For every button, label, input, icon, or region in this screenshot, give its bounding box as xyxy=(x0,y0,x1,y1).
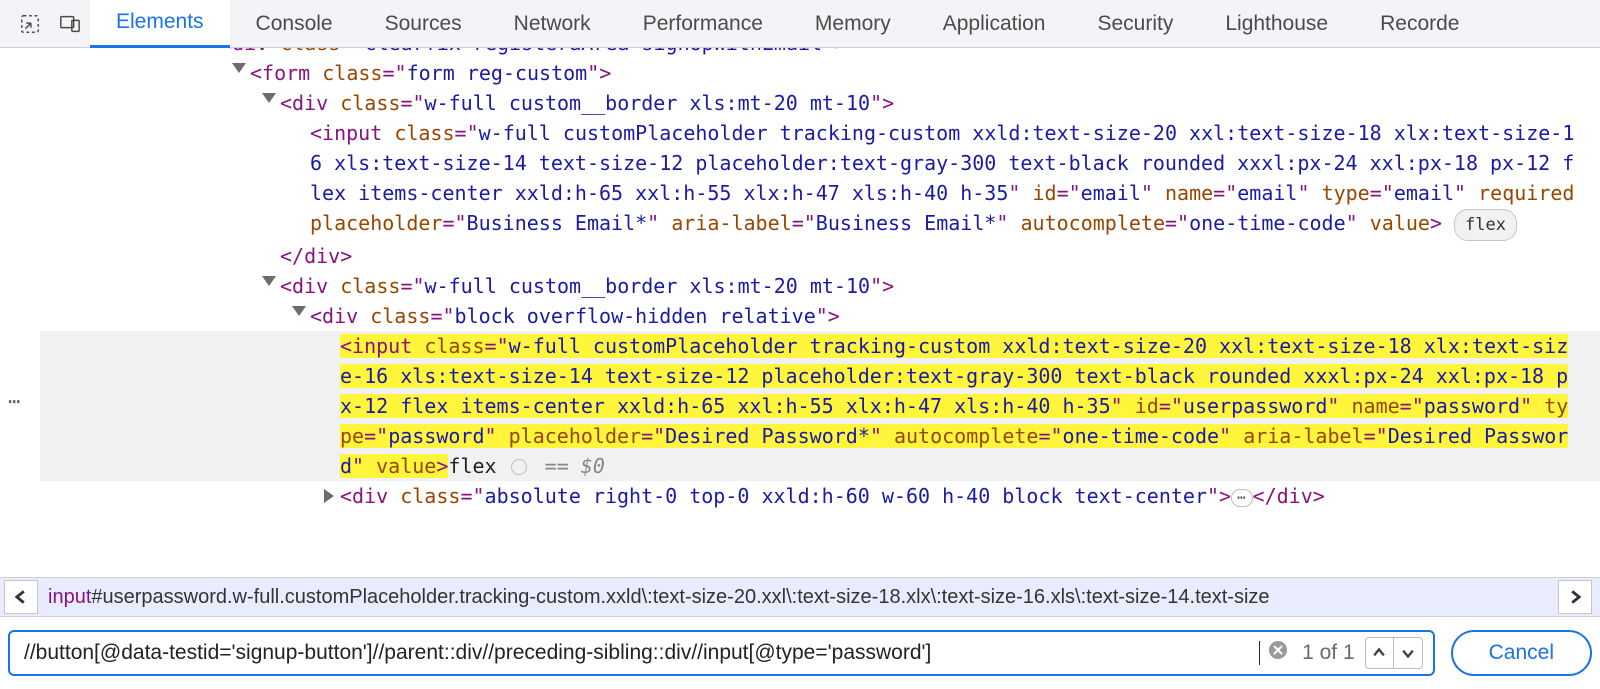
dom-tree[interactable]: <div class="clearfix registeraArea signU… xyxy=(40,48,1600,577)
tab-elements[interactable]: Elements xyxy=(90,0,230,48)
flex-badge[interactable]: flex xyxy=(1454,209,1517,241)
search-query[interactable]: //button[@data-testid='signup-button']//… xyxy=(24,641,1260,665)
breadcrumb-path[interactable]: input#userpassword.w-full.customPlacehol… xyxy=(42,586,1600,609)
gutter-marker-icon: ⋯ xyxy=(8,386,20,416)
selected-node-marker: == $0 xyxy=(545,454,605,478)
tab-lighthouse[interactable]: Lighthouse xyxy=(1199,0,1354,48)
expand-toggle-icon[interactable] xyxy=(324,489,334,503)
tab-performance[interactable]: Performance xyxy=(617,0,789,48)
expand-toggle-icon[interactable] xyxy=(292,306,306,316)
search-bar: //button[@data-testid='signup-button']//… xyxy=(0,617,1600,689)
collapsed-content-icon[interactable] xyxy=(1231,489,1252,507)
search-next-button[interactable] xyxy=(1394,638,1422,668)
tab-application[interactable]: Application xyxy=(917,0,1072,48)
search-input[interactable]: //button[@data-testid='signup-button']//… xyxy=(8,630,1435,676)
tab-console[interactable]: Console xyxy=(230,0,359,48)
search-count: 1 of 1 xyxy=(1302,641,1355,665)
device-toolbar-icon[interactable] xyxy=(50,4,90,44)
tab-memory[interactable]: Memory xyxy=(789,0,917,48)
expand-toggle-icon[interactable] xyxy=(262,276,276,286)
breadcrumb-scroll-left[interactable] xyxy=(4,580,38,614)
adorner-icon[interactable] xyxy=(511,459,527,475)
search-prev-button[interactable] xyxy=(1366,638,1394,668)
tab-security[interactable]: Security xyxy=(1071,0,1199,48)
breadcrumb-scroll-right[interactable] xyxy=(1558,580,1592,614)
gutter: ⋯ xyxy=(0,48,40,577)
clear-search-icon[interactable] xyxy=(1268,640,1288,666)
expand-toggle-icon[interactable] xyxy=(262,93,276,103)
breadcrumb: input#userpassword.w-full.customPlacehol… xyxy=(0,577,1600,617)
inspect-icon[interactable] xyxy=(10,4,50,44)
search-stepper xyxy=(1365,637,1423,669)
elements-panel: ⋯ <div class="clearfix registeraArea sig… xyxy=(0,48,1600,577)
expand-toggle-icon[interactable] xyxy=(232,63,246,73)
devtools-tabbar: Elements Console Sources Network Perform… xyxy=(0,0,1600,48)
tab-network[interactable]: Network xyxy=(488,0,617,48)
cancel-button[interactable]: Cancel xyxy=(1451,630,1592,676)
tab-recorder[interactable]: Recorde xyxy=(1354,0,1485,48)
tab-sources[interactable]: Sources xyxy=(359,0,488,48)
